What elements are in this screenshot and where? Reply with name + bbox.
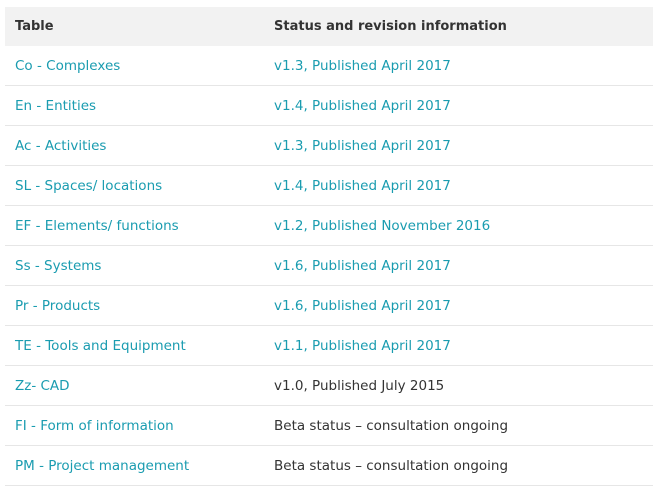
status-text: Beta status – consultation ongoing [274, 417, 509, 434]
table-row: PM - Project management Beta status – co… [5, 446, 653, 486]
status-link[interactable]: v1.3, Published April 2017 [274, 58, 451, 74]
classification-table: Table Status and revision information Co… [5, 7, 653, 486]
status-link[interactable]: v1.4, Published April 2017 [274, 178, 451, 194]
table-row: EF - Elements/ functions v1.2, Published… [5, 206, 653, 246]
status-text: Beta status – consultation ongoing [274, 457, 509, 474]
table-name-link[interactable]: En - Entities [15, 98, 96, 114]
status-link[interactable]: v1.6, Published April 2017 [274, 258, 451, 274]
status-link[interactable]: v1.3, Published April 2017 [274, 138, 451, 154]
table-row: Co - Complexes v1.3, Published April 201… [5, 46, 653, 86]
table-header-row: Table Status and revision information [5, 7, 653, 46]
table-row: Ac - Activities v1.3, Published April 20… [5, 126, 653, 166]
status-link[interactable]: v1.6, Published April 2017 [274, 298, 451, 314]
table-name-link[interactable]: Zz- CAD [15, 378, 70, 394]
table-row: Pr - Products v1.6, Published April 2017 [5, 286, 653, 326]
table-name-link[interactable]: FI - Form of information [15, 418, 174, 434]
table-name-link[interactable]: Ac - Activities [15, 138, 106, 154]
table-name-link[interactable]: Ss - Systems [15, 258, 101, 274]
table-row: TE - Tools and Equipment v1.1, Published… [5, 326, 653, 366]
table-row: En - Entities v1.4, Published April 2017 [5, 86, 653, 126]
table-name-link[interactable]: TE - Tools and Equipment [15, 338, 186, 354]
table-row: Ss - Systems v1.6, Published April 2017 [5, 246, 653, 286]
table-name-link[interactable]: Co - Complexes [15, 58, 120, 74]
status-link[interactable]: v1.4, Published April 2017 [274, 98, 451, 114]
table-name-link[interactable]: SL - Spaces/ locations [15, 178, 162, 194]
status-link[interactable]: v1.2, Published November 2016 [274, 218, 490, 234]
table-name-link[interactable]: EF - Elements/ functions [15, 218, 179, 234]
table-row: FI - Form of information Beta status – c… [5, 406, 653, 446]
header-table: Table [15, 19, 54, 34]
table-row: Zz- CAD v1.0, Published July 2015 [5, 366, 653, 406]
table-name-link[interactable]: Pr - Products [15, 298, 100, 314]
status-link[interactable]: v1.1, Published April 2017 [274, 338, 451, 354]
table-name-link[interactable]: PM - Project management [15, 458, 189, 474]
status-text: v1.0, Published July 2015 [274, 377, 445, 394]
header-status: Status and revision information [274, 19, 507, 34]
table-row: SL - Spaces/ locations v1.4, Published A… [5, 166, 653, 206]
